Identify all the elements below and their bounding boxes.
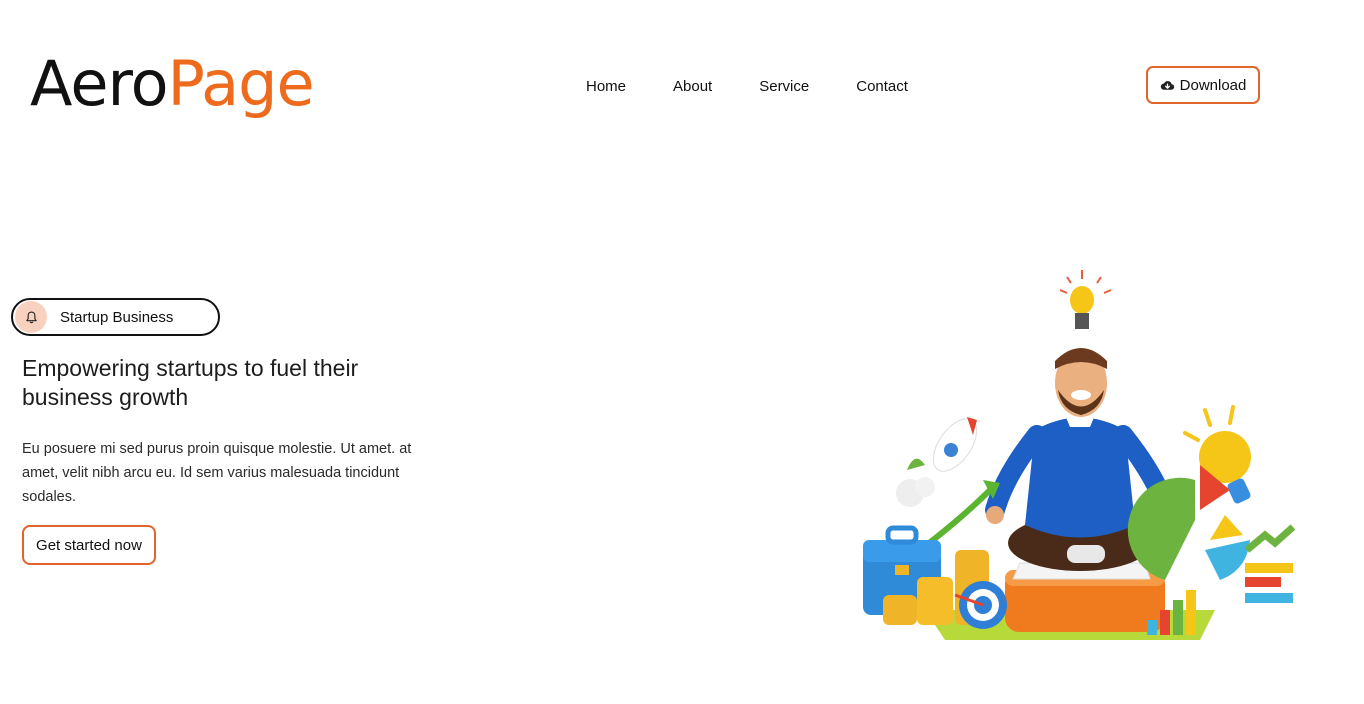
logo-text-aero: Aero [30, 47, 169, 120]
logo-text-page: Page [167, 47, 315, 120]
get-started-button[interactable]: Get started now [22, 525, 156, 565]
rocket [896, 417, 978, 507]
hero-headline: Empowering startups to fuel their busine… [22, 355, 359, 410]
startup-badge: Startup Business [11, 298, 220, 336]
hero-description: Eu posuere mi sed purus proin quisque mo… [22, 441, 412, 505]
cloud-download-icon [1160, 80, 1174, 90]
small-lightbulb [1059, 270, 1112, 329]
nav-home-link[interactable]: Home [586, 76, 626, 98]
main-nav: Home About Service Contact [586, 76, 908, 98]
nav-about-link[interactable]: About [673, 76, 712, 98]
bell-icon [15, 301, 47, 333]
nav-contact-link[interactable]: Contact [856, 76, 908, 98]
download-button-label: Download [1179, 76, 1247, 94]
meditating-businessman-illustration [863, 270, 1296, 640]
badge-label: Startup Business [60, 308, 174, 326]
nav-service-link[interactable]: Service [759, 76, 809, 98]
download-button[interactable]: Download [1146, 66, 1260, 104]
logo[interactable]: AeroPage [30, 44, 315, 124]
